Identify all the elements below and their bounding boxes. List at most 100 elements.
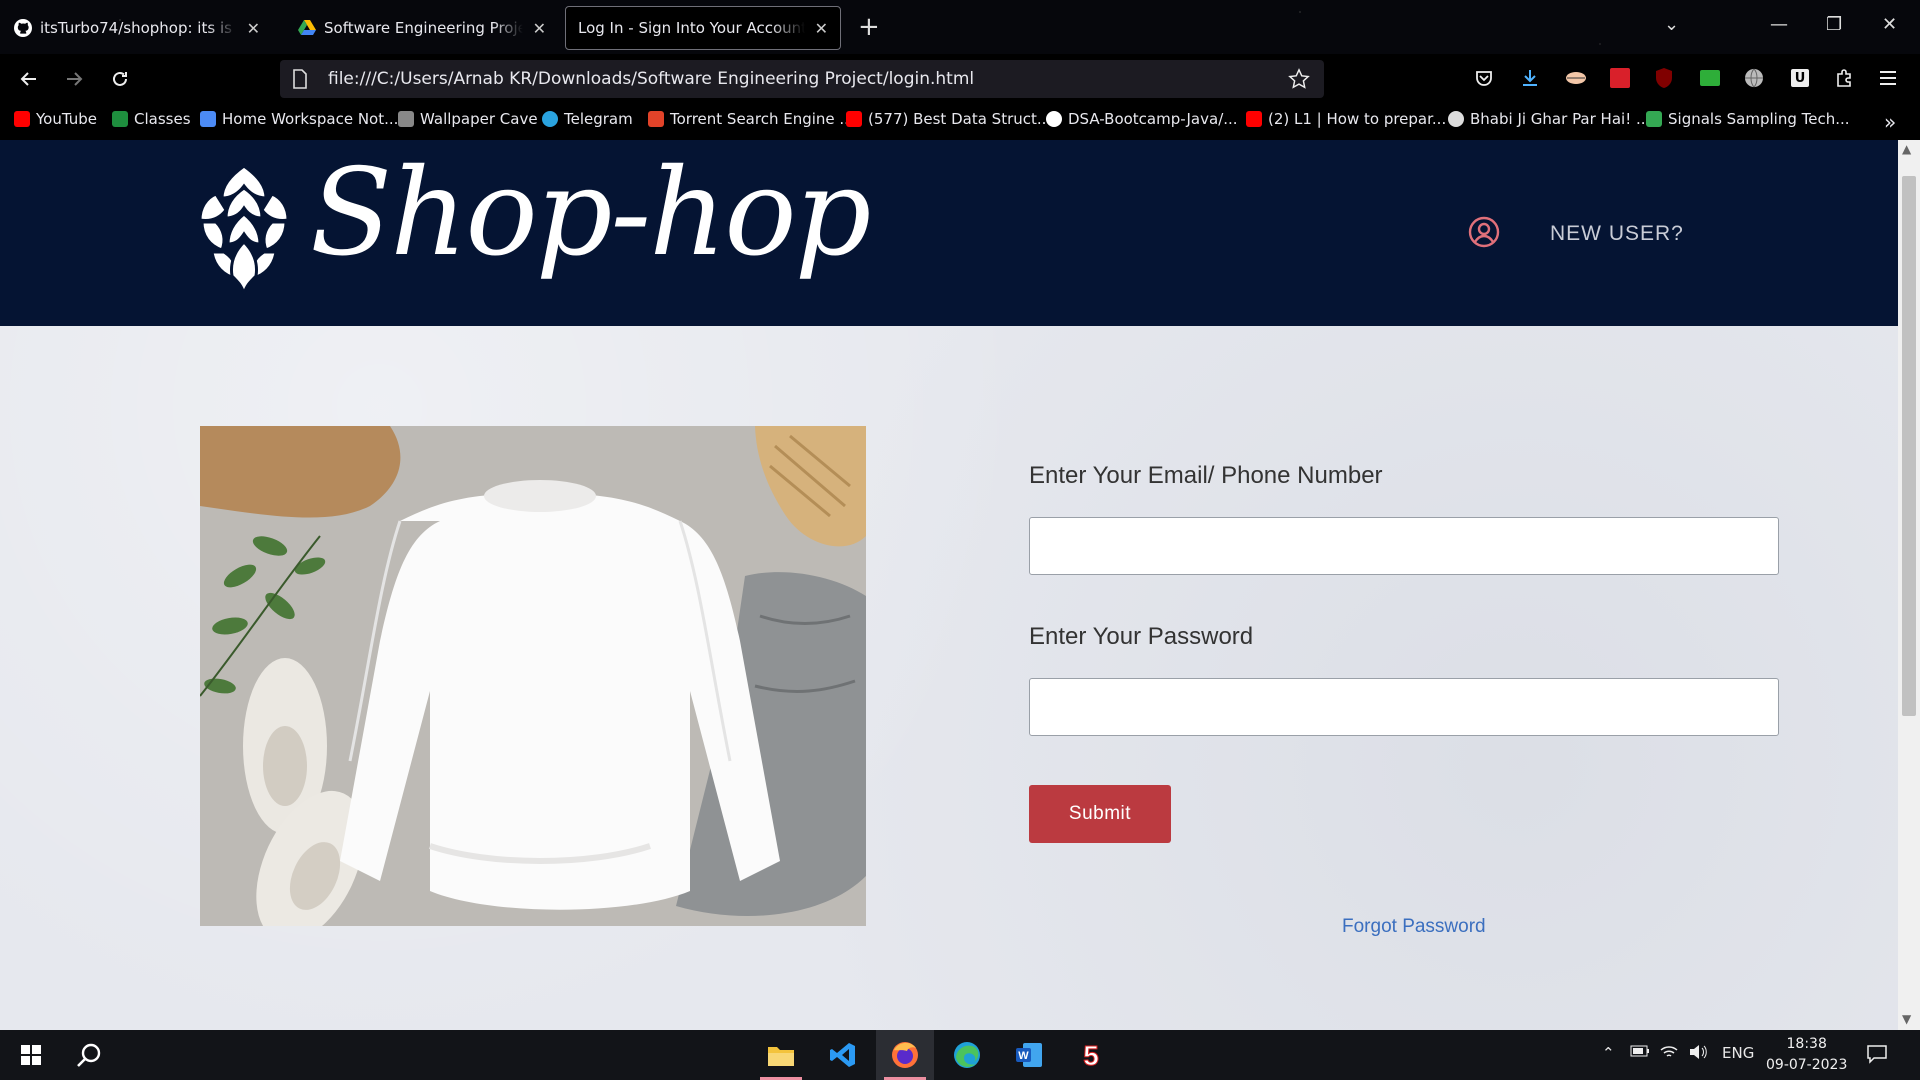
tab-login[interactable]: Log In - Sign Into Your Account ✕	[565, 6, 841, 50]
close-tab-icon[interactable]: ✕	[247, 19, 260, 38]
language-indicator[interactable]: ENG	[1722, 1044, 1754, 1062]
bookmark-torrent-search[interactable]: Torrent Search Engine ...	[648, 110, 854, 128]
scroll-down-arrow-icon[interactable]: ▼	[1902, 1012, 1911, 1026]
bookmark-signals-sampling[interactable]: Signals Sampling Tech...	[1646, 110, 1850, 128]
youtube-icon	[1246, 111, 1262, 127]
bookmark-telegram[interactable]: Telegram	[542, 110, 633, 128]
firefox-icon[interactable]	[876, 1030, 934, 1080]
site-icon	[1448, 111, 1464, 127]
extensions-puzzle-icon[interactable]	[1832, 66, 1856, 90]
globe-icon[interactable]	[1742, 66, 1766, 90]
google-drive-icon	[298, 19, 316, 37]
github-icon	[14, 19, 32, 37]
bookmark-bhabi-ji[interactable]: Bhabi Ji Ghar Par Hai! ...	[1448, 110, 1650, 128]
volume-icon[interactable]	[1688, 1044, 1708, 1064]
address-bar[interactable]: file:///C:/Users/Arnab KR/Downloads/Soft…	[280, 60, 1324, 98]
sweatshirt-product-image	[200, 426, 866, 926]
email-phone-input[interactable]	[1029, 517, 1779, 575]
site-icon	[1646, 111, 1662, 127]
tab-google-drive[interactable]: Software Engineering Project - ✕	[286, 6, 558, 50]
torrent-icon	[648, 111, 664, 127]
ublock-origin-icon[interactable]	[1652, 66, 1676, 90]
new-tab-button[interactable]: +	[858, 12, 880, 42]
battery-icon[interactable]	[1630, 1044, 1650, 1062]
password-input[interactable]	[1029, 678, 1779, 736]
list-all-tabs-icon[interactable]: ⌄	[1664, 14, 1679, 35]
bookmark-label: Wallpaper Cave	[420, 110, 538, 128]
page-viewport: Shop-hop NEW USER? Enter Your Email/ Pho…	[0, 140, 1898, 1030]
bookmark-label: (2) L1 | How to prepar...	[1268, 110, 1447, 128]
bookmark-wallpaper-cave[interactable]: Wallpaper Cave	[398, 110, 538, 128]
vscode-icon[interactable]	[814, 1030, 872, 1080]
new-user-link[interactable]: NEW USER?	[1550, 222, 1684, 246]
close-tab-icon[interactable]: ✕	[815, 19, 828, 38]
bookmark-label: Bhabi Ji Ghar Par Hai! ...	[1470, 110, 1651, 128]
workspace-icon	[200, 111, 216, 127]
show-hidden-icons-chevron-icon[interactable]: ⌃	[1602, 1044, 1615, 1062]
restore-icon[interactable]: ❐	[1826, 14, 1842, 35]
scrollbar-thumb[interactable]	[1902, 176, 1916, 716]
bookmark-l1-how-to-prepare[interactable]: (2) L1 | How to prepar...	[1246, 110, 1446, 128]
forward-arrow-icon[interactable]	[61, 66, 87, 92]
site-logo-text[interactable]: Shop-hop	[310, 144, 871, 283]
tab-title: Log In - Sign Into Your Account	[578, 19, 805, 37]
taskbar-clock[interactable]: 18:38 09-07-2023	[1766, 1034, 1847, 1076]
tab-title: Software Engineering Project -	[324, 19, 523, 37]
bookmark-label: YouTube	[36, 110, 97, 128]
bookmark-label: Home Workspace Not...	[222, 110, 399, 128]
minimize-icon[interactable]: —	[1770, 14, 1788, 35]
bookmark-label: Telegram	[564, 110, 633, 128]
wifi-icon[interactable]	[1660, 1044, 1678, 1064]
email-label: Enter Your Email/ Phone Number	[1029, 462, 1383, 489]
downloads-icon[interactable]	[1518, 66, 1542, 90]
bookmark-label: Torrent Search Engine ...	[670, 110, 854, 128]
youtube-icon	[846, 111, 862, 127]
clock-time: 18:38	[1786, 1036, 1827, 1052]
reload-icon[interactable]	[107, 66, 133, 92]
bookmark-dsa-bootcamp[interactable]: DSA-Bootcamp-Java/...	[1046, 110, 1238, 128]
windows-start-icon[interactable]	[2, 1030, 60, 1080]
notification-center-icon[interactable]	[1866, 1044, 1888, 1068]
url-text[interactable]: file:///C:/Users/Arnab KR/Downloads/Soft…	[328, 69, 1288, 89]
site-header: Shop-hop NEW USER?	[0, 140, 1898, 326]
browser-tab-bar: itsTurbo74/shophop: its is my se ✕ Softw…	[0, 0, 1920, 54]
submit-button[interactable]: Submit	[1029, 785, 1171, 843]
extension-u-icon[interactable]: U	[1788, 66, 1812, 90]
password-label: Enter Your Password	[1029, 623, 1254, 650]
forgot-password-link[interactable]: Forgot Password	[1342, 916, 1486, 938]
telegram-icon	[542, 111, 558, 127]
bookmarks-toolbar: YouTube Classes Home Workspace Not... Wa…	[0, 104, 1920, 140]
page-scrollbar[interactable]: ▲ ▼	[1898, 140, 1920, 1030]
close-window-icon[interactable]: ✕	[1882, 14, 1897, 35]
scroll-up-arrow-icon[interactable]: ▲	[1902, 142, 1911, 156]
close-tab-icon[interactable]: ✕	[533, 19, 546, 38]
bookmark-home-workspace[interactable]: Home Workspace Not...	[200, 110, 398, 128]
svg-text:5: 5	[1083, 1041, 1099, 1069]
windows-taskbar: W 5 ⌃ ENG 18:38 09-07-2023	[0, 1030, 1920, 1080]
bookmark-star-icon[interactable]	[1288, 68, 1310, 90]
microsoft-word-icon[interactable]: W	[1000, 1030, 1058, 1080]
user-account-icon[interactable]	[1468, 216, 1500, 248]
page-icon	[293, 69, 307, 89]
hop-cone-logo-icon	[198, 164, 290, 295]
bookmark-label: (577) Best Data Struct...	[868, 110, 1052, 128]
extension-green-icon[interactable]	[1698, 66, 1722, 90]
svg-text:W: W	[1018, 1050, 1029, 1062]
edge-icon[interactable]	[938, 1030, 996, 1080]
bookmark-best-data-struct[interactable]: (577) Best Data Struct...	[846, 110, 1051, 128]
wallpaper-cave-icon	[398, 111, 414, 127]
youtube-icon	[14, 111, 30, 127]
bookmark-youtube[interactable]: YouTube	[14, 110, 97, 128]
search-icon[interactable]	[60, 1030, 118, 1080]
more-bookmarks-chevron-icon[interactable]: »	[1884, 110, 1896, 134]
pocket-icon[interactable]	[1472, 66, 1496, 90]
app-5-icon[interactable]: 5	[1062, 1030, 1120, 1080]
back-arrow-icon[interactable]	[16, 66, 42, 92]
menu-hamburger-icon[interactable]	[1876, 66, 1900, 90]
extension-lips-icon[interactable]	[1564, 66, 1588, 90]
bookmark-classes[interactable]: Classes	[112, 110, 191, 128]
navigation-toolbar: file:///C:/Users/Arnab KR/Downloads/Soft…	[0, 54, 1920, 104]
tab-github[interactable]: itsTurbo74/shophop: its is my se ✕	[2, 6, 272, 50]
file-explorer-icon[interactable]	[752, 1030, 810, 1080]
extension-red-icon[interactable]	[1608, 66, 1632, 90]
